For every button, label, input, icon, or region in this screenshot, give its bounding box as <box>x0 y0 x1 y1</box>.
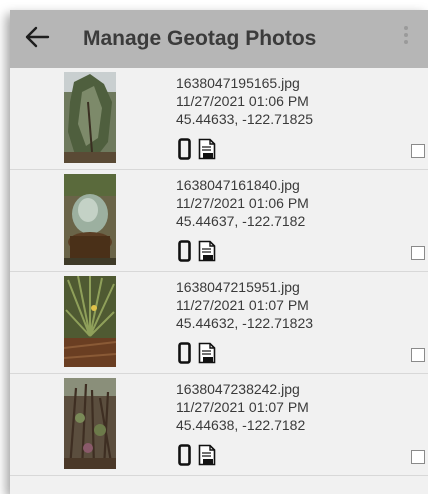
more-vert-icon[interactable] <box>398 20 414 50</box>
app-window: Manage Geotag Photos 1638047195165.jpg 1… <box>10 10 428 494</box>
page-title: Manage Geotag Photos <box>83 27 317 50</box>
select-checkbox[interactable] <box>411 450 425 464</box>
photo-filename: 1638047215951.jpg <box>176 279 300 295</box>
photo-row[interactable]: 1638047215951.jpg 11/27/2021 01:07 PM 45… <box>10 272 428 374</box>
source-icons <box>178 342 216 364</box>
photo-meta: 1638047215951.jpg 11/27/2021 01:07 PM 45… <box>176 278 313 332</box>
jpg-file-icon <box>198 444 216 466</box>
photo-filename: 1638047161840.jpg <box>176 177 300 193</box>
select-checkbox[interactable] <box>411 246 425 260</box>
select-checkbox[interactable] <box>411 144 425 158</box>
photo-row[interactable]: 1638047195165.jpg 11/27/2021 01:06 PM 45… <box>10 68 428 170</box>
photo-datetime: 11/27/2021 01:07 PM <box>176 297 309 313</box>
photo-meta: 1638047238242.jpg 11/27/2021 01:07 PM 45… <box>176 380 309 434</box>
photo-datetime: 11/27/2021 01:06 PM <box>176 93 309 109</box>
source-icons <box>178 240 216 262</box>
photo-meta: 1638047161840.jpg 11/27/2021 01:06 PM 45… <box>176 176 309 230</box>
photo-datetime: 11/27/2021 01:06 PM <box>176 195 309 211</box>
photo-row[interactable]: 1638047238242.jpg 11/27/2021 01:07 PM 45… <box>10 374 428 476</box>
photo-filename: 1638047195165.jpg <box>176 75 300 91</box>
photo-coordinates: 45.44632, -122.71823 <box>176 315 314 331</box>
arrow-left-icon <box>25 26 50 48</box>
app-bar: Manage Geotag Photos <box>10 10 428 68</box>
photo-filename: 1638047238242.jpg <box>176 381 300 397</box>
photo-thumbnail[interactable] <box>64 174 116 265</box>
phone-icon <box>178 342 191 364</box>
photo-coordinates: 45.44638, -122.7182 <box>176 417 306 433</box>
phone-icon <box>178 138 191 160</box>
phone-icon <box>178 240 191 262</box>
photo-meta: 1638047195165.jpg 11/27/2021 01:06 PM 45… <box>176 74 313 128</box>
photo-thumbnail[interactable] <box>64 378 116 469</box>
jpg-file-icon <box>198 138 216 160</box>
back-button[interactable] <box>22 22 52 52</box>
photo-datetime: 11/27/2021 01:07 PM <box>176 399 309 415</box>
source-icons <box>178 444 216 466</box>
photo-thumbnail[interactable] <box>64 276 116 367</box>
jpg-file-icon <box>198 240 216 262</box>
photo-thumbnail[interactable] <box>64 72 116 163</box>
select-checkbox[interactable] <box>411 348 425 362</box>
photo-coordinates: 45.44633, -122.71825 <box>176 111 314 127</box>
jpg-file-icon <box>198 342 216 364</box>
phone-icon <box>178 444 191 466</box>
photo-row[interactable]: 1638047161840.jpg 11/27/2021 01:06 PM 45… <box>10 170 428 272</box>
source-icons <box>178 138 216 160</box>
photo-list: 1638047195165.jpg 11/27/2021 01:06 PM 45… <box>10 68 428 476</box>
photo-coordinates: 45.44637, -122.7182 <box>176 213 306 229</box>
